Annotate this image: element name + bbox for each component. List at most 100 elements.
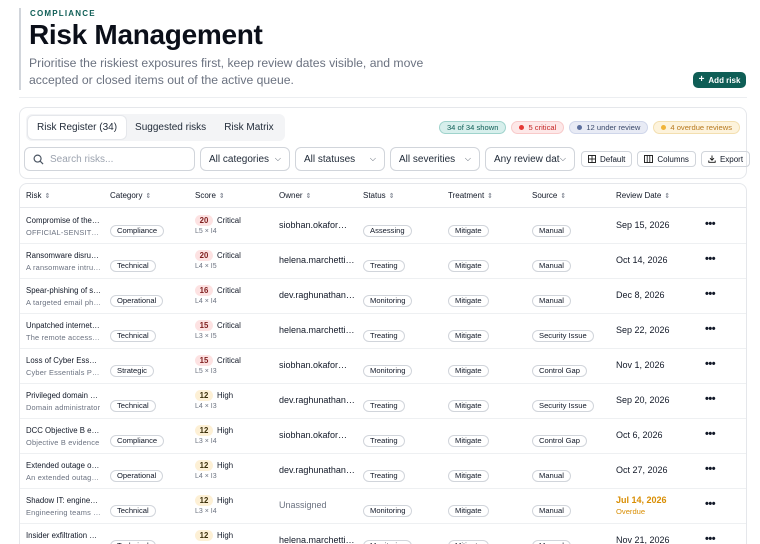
status-pill: Assessing xyxy=(363,224,412,237)
column-header-source[interactable]: Source ⇕ xyxy=(532,191,566,200)
risk-title[interactable]: Extended outage of core xyxy=(26,461,101,470)
column-header-review-date[interactable]: Review Date ⇕ xyxy=(616,191,670,200)
risk-title[interactable]: DCC Objective B evidence xyxy=(26,426,101,435)
overdue-reviews-badge[interactable]: 4 overdue reviews xyxy=(653,121,740,134)
table-row[interactable]: Privileged domain account Domain administ… xyxy=(20,384,746,419)
column-header-category[interactable]: Category ⇕ xyxy=(110,191,151,200)
treatment-pill: Mitigate xyxy=(448,504,489,517)
review-date-value: Oct 6, 2026 xyxy=(616,430,663,440)
score-cell: 16 Critical L4 × I4 xyxy=(195,285,241,305)
table-row[interactable]: Unpatched internet-facing The remote acce… xyxy=(20,314,746,349)
likelihood-impact: L5 × I3 xyxy=(195,368,217,375)
source-cell: Control Gap xyxy=(532,360,587,378)
column-header-status[interactable]: Status ⇕ xyxy=(363,191,395,200)
row-actions-icon[interactable]: ••• xyxy=(705,253,716,265)
export-button[interactable]: Export xyxy=(700,151,751,167)
review-dot-icon xyxy=(577,125,583,130)
risk-description: Cyber Essentials Plus xyxy=(26,368,101,377)
risk-title[interactable]: Insider exfiltration of data xyxy=(26,531,101,540)
table-row[interactable]: Extended outage of core An extended outag… xyxy=(20,454,746,489)
table-row[interactable]: Compromise of the OFFICIAL-SENSITIVE OFFI… xyxy=(20,209,746,244)
category-filter[interactable]: All categories ⌵ xyxy=(200,147,290,171)
columns-button[interactable]: Columns xyxy=(637,151,696,167)
shown-count-badge: 34 of 34 shown xyxy=(438,121,507,134)
critical-count-badge[interactable]: 5 critical xyxy=(511,121,565,134)
score-badge: 15 xyxy=(195,320,213,331)
default-view-button[interactable]: Default xyxy=(581,151,633,167)
row-actions-icon[interactable]: ••• xyxy=(705,533,716,544)
row-actions-icon[interactable]: ••• xyxy=(705,393,716,405)
likelihood-impact: L3 × I4 xyxy=(195,438,217,445)
search-input[interactable]: Search risks... xyxy=(24,147,195,171)
critical-count-label: 5 critical xyxy=(528,123,557,132)
table-row[interactable]: Ransomware disruption A ransomware intrus… xyxy=(20,244,746,279)
status-pill: Monitoring xyxy=(363,364,413,377)
score-cell: 15 Critical L5 × I3 xyxy=(195,355,241,375)
tab-risk-matrix[interactable]: Risk Matrix xyxy=(215,116,282,139)
row-actions-icon[interactable]: ••• xyxy=(705,218,716,230)
download-icon xyxy=(708,155,716,163)
owner-cell: helena.marchetti@example xyxy=(279,535,355,544)
risk-title[interactable]: Ransomware disruption xyxy=(26,251,101,260)
risk-title[interactable]: Spear-phishing of staff xyxy=(26,286,101,295)
column-header-label: Treatment xyxy=(448,191,485,200)
owner-cell: dev.raghunathan@example xyxy=(279,395,355,405)
source-cell: Security Issue xyxy=(532,325,594,343)
table-row[interactable]: Insider exfiltration of data Technical 12 H… xyxy=(20,524,746,544)
risk-title[interactable]: Privileged domain account xyxy=(26,391,101,400)
likelihood-impact: L3 × I4 xyxy=(195,508,217,515)
risk-title[interactable]: Shadow IT: engineering xyxy=(26,496,101,505)
row-actions-icon[interactable]: ••• xyxy=(705,463,716,475)
tab-suggested-risks[interactable]: Suggested risks xyxy=(126,116,215,139)
table-row[interactable]: Spear-phishing of staff A targeted email … xyxy=(20,279,746,314)
tab-risk-register[interactable]: Risk Register (34) xyxy=(28,116,127,139)
risk-title[interactable]: Loss of Cyber Essentials xyxy=(26,356,101,365)
column-header-owner[interactable]: Owner ⇕ xyxy=(279,191,311,200)
add-risk-button[interactable]: + Add risk xyxy=(693,72,746,88)
table-row[interactable]: Loss of Cyber Essentials Cyber Essentials… xyxy=(20,349,746,384)
row-actions-icon[interactable]: ••• xyxy=(705,358,716,370)
source-pill: Manual xyxy=(532,294,571,307)
status-filter[interactable]: All statuses ⌵ xyxy=(295,147,385,171)
row-actions-icon[interactable]: ••• xyxy=(705,288,716,300)
risk-description: A targeted email phishing xyxy=(26,298,101,307)
source-cell: Manual xyxy=(532,465,571,483)
risk-cell: Compromise of the OFFICIAL-SENSITIVE OFFI… xyxy=(26,216,101,237)
row-actions-icon[interactable]: ••• xyxy=(705,323,716,335)
risk-title[interactable]: Compromise of the OFFICIAL-SENSITIVE xyxy=(26,216,101,225)
owner-value: siobhan.okafor@example xyxy=(279,360,355,370)
score-badge: 12 xyxy=(195,390,213,401)
table-row[interactable]: Shadow IT: engineering Engineering teams … xyxy=(20,489,746,524)
row-actions-icon[interactable]: ••• xyxy=(705,498,716,510)
review-date-filter[interactable]: Any review date ⌵ xyxy=(485,147,575,171)
severity-filter[interactable]: All severities ⌵ xyxy=(390,147,480,171)
category-pill: Operational xyxy=(110,294,164,307)
status-pill: Monitoring xyxy=(363,294,413,307)
overdue-reviews-label: 4 overdue reviews xyxy=(670,123,732,132)
column-header-risk[interactable]: Risk ⇕ xyxy=(26,191,50,200)
table-row[interactable]: DCC Objective B evidence Objective B evid… xyxy=(20,419,746,454)
score-line: 16 Critical xyxy=(195,285,241,296)
column-header-treatment[interactable]: Treatment ⇕ xyxy=(448,191,493,200)
under-review-badge[interactable]: 12 under review xyxy=(569,121,649,134)
chevron-down-icon: ⌵ xyxy=(369,154,376,163)
score-cell: 20 Critical L5 × I4 xyxy=(195,215,241,235)
risk-title[interactable]: Unpatched internet-facing xyxy=(26,321,101,330)
score-level: High xyxy=(217,426,234,435)
category-pill: Technical xyxy=(110,504,156,517)
review-date-value: Jul 14, 2026 xyxy=(616,495,667,505)
columns-icon xyxy=(644,155,654,163)
review-date-cell: Sep 15, 2026 xyxy=(616,220,670,230)
risk-description: Engineering teams using xyxy=(26,508,101,517)
treatment-cell: Mitigate xyxy=(448,535,489,544)
category-pill: Technical xyxy=(110,259,156,272)
owner-cell: dev.raghunathan@example xyxy=(279,465,355,475)
column-header-score[interactable]: Score ⇕ xyxy=(195,191,225,200)
row-actions-icon[interactable]: ••• xyxy=(705,428,716,440)
score-badge: 15 xyxy=(195,355,213,366)
risk-cell: Privileged domain account Domain administ… xyxy=(26,391,101,412)
owner-cell: siobhan.okafor@example xyxy=(279,430,355,440)
add-risk-label: Add risk xyxy=(708,75,741,85)
owner-value: dev.raghunathan@example xyxy=(279,290,355,300)
risk-cell: Extended outage of core An extended outag… xyxy=(26,461,101,482)
